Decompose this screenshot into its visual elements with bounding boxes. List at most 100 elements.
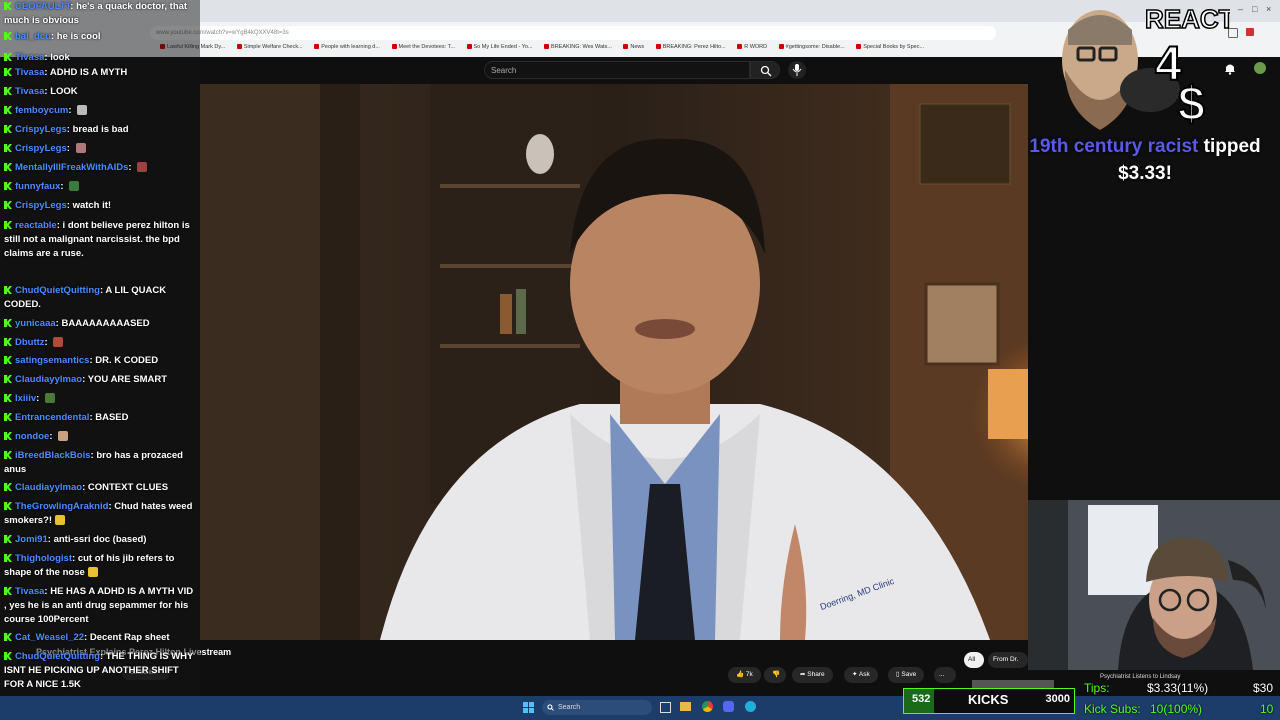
chat-colon: : (60, 181, 67, 192)
address-bar[interactable]: www.youtube.com/watch?v=wYgB4kQXXV48t=3s (150, 26, 996, 40)
kick-badge-icon (4, 319, 12, 327)
chat-username[interactable]: ChudQuietQuitting (15, 285, 100, 296)
chat-username[interactable]: CrispyLegs (15, 143, 67, 154)
chat-emote-icon (58, 431, 69, 441)
windows-icon[interactable] (523, 702, 534, 713)
chat-username[interactable]: iBreedBlackBois (15, 450, 91, 461)
voice-search-button[interactable] (788, 61, 806, 79)
filter-chip-all[interactable]: All (964, 652, 984, 668)
kick-badge-icon (4, 125, 12, 133)
chat-message: TheGrowlingAraknid: Chud hates weed smok… (4, 500, 196, 528)
chat-text: look (50, 52, 70, 63)
search-button[interactable] (750, 61, 780, 79)
chat-message: CrispyLegs: watch it! (4, 199, 196, 213)
chat-username[interactable]: reactable (15, 220, 57, 231)
bookmark-item[interactable]: People with learning d... (314, 44, 380, 50)
chat-username[interactable]: ChudQuietQuitting (15, 651, 100, 662)
chat-text: LOOK (50, 86, 78, 97)
chat-username[interactable]: Jomi91 (15, 534, 48, 545)
kick-badge-icon (4, 286, 12, 294)
taskbar-search[interactable]: Search (542, 700, 652, 715)
chat-username[interactable]: Tivasa (15, 67, 44, 78)
chat-username[interactable]: TheGrowlingAraknid (15, 501, 108, 512)
search-input[interactable]: Search (484, 61, 750, 79)
chat-message: iBreedBlackBois: bro has a prozaced anus (4, 449, 196, 477)
chat-username[interactable]: CrispyLegs (15, 200, 67, 211)
chat-message: nondoe: (4, 430, 196, 444)
microphone-icon (792, 64, 802, 76)
kick-badge-icon (4, 87, 12, 95)
chat-username[interactable]: yunicaaa (15, 318, 56, 329)
like-button[interactable]: 👍 7k (728, 667, 761, 683)
avatar[interactable] (1254, 62, 1266, 74)
tips-value: $3.33(11%) (1147, 681, 1209, 695)
bookmark-item[interactable]: BREAKING: Wes Wats... (544, 44, 612, 50)
kick-badge-icon (4, 144, 12, 152)
share-button[interactable]: ➦ Share (792, 667, 833, 683)
webcam-frame (1028, 500, 1280, 670)
chat-message: Tivasa: ADHD IS A MYTH (4, 66, 196, 80)
sparkle-icon: ✦ (852, 671, 858, 678)
chat-username[interactable]: Tivasa (15, 86, 44, 97)
filter-chip-from[interactable]: From Dr. Je (988, 652, 1028, 668)
ask-button[interactable]: ✦ Ask (844, 667, 878, 683)
chat-username[interactable]: MentallyIllFreakWithAIDs (15, 162, 128, 173)
bookmark-item[interactable]: R WORD (737, 44, 767, 50)
chat-emote-icon (75, 143, 86, 153)
bookmark-item[interactable]: BREAKING: Perez Hilto... (656, 44, 726, 50)
taskbar-search-label: Search (558, 704, 581, 711)
chat-username[interactable]: CEOFAULTT (15, 1, 70, 12)
chat-text: ADHD IS A MYTH (49, 67, 128, 78)
chat-username[interactable]: funnyfaux (15, 181, 60, 192)
chat-text: BAAAAAAAAASED (61, 318, 150, 329)
chat-emote-icon (44, 393, 55, 403)
chat-username[interactable]: Dbuttz (15, 337, 45, 348)
tip-amount: $3.33 (1118, 163, 1166, 184)
chat-username[interactable]: femboycum (15, 105, 68, 116)
more-actions-button[interactable]: ... (934, 667, 956, 683)
chat-username[interactable]: Tivasa (15, 586, 44, 597)
chat-colon: : (66, 143, 73, 154)
kick-badge-icon (4, 338, 12, 346)
chat-username[interactable]: Tivasa (15, 52, 44, 63)
chat-text: BASED (95, 412, 129, 423)
search-icon (547, 704, 554, 711)
chat-text: he is cool (56, 31, 101, 42)
bookmark-item[interactable]: News (623, 44, 644, 50)
chat-username[interactable]: lxiiiv (15, 393, 36, 404)
save-button[interactable]: ▯ Save (888, 667, 925, 683)
chat-username[interactable]: bal_dcu (15, 31, 51, 42)
kick-badge-icon (4, 182, 12, 190)
dislike-button[interactable]: 👎 (764, 667, 786, 683)
bookmark-item[interactable]: #gettingsome: Disable... (779, 44, 845, 50)
chat-message: CEOFAULTT: he's a quack doctor, that muc… (4, 0, 196, 28)
chat-username[interactable]: nondoe (15, 431, 49, 442)
chrome-icon[interactable] (702, 701, 713, 712)
bookmark-item[interactable]: Meet the Devotees: T... (392, 44, 455, 50)
chat-message: yunicaaa: BAAAAAAAAASED (4, 317, 196, 331)
maximize-button[interactable]: □ (1252, 4, 1257, 14)
tips-goal: $30 (1253, 681, 1274, 695)
bookmark-item[interactable]: Simple Welfare Check... (237, 44, 303, 50)
chat-username[interactable]: Thighologist (15, 553, 72, 564)
chat-username[interactable]: Claudiayylmao (15, 374, 82, 385)
discord-icon[interactable] (723, 701, 734, 712)
video-player[interactable]: Doerring, MD Clinic (200, 84, 1028, 640)
bookmark-item[interactable]: Special Books by Spec... (856, 44, 924, 50)
chat-username[interactable]: Cat_Weasel_22 (15, 632, 84, 643)
chat-username[interactable]: CrispyLegs (15, 124, 67, 135)
kick-badge-icon (4, 53, 12, 61)
tip-alert: 19th century racist tipped $3.33! (1010, 133, 1280, 187)
file-explorer-icon[interactable] (680, 702, 691, 711)
profile-icon[interactable] (1246, 28, 1254, 36)
task-view-icon[interactable] (660, 702, 671, 713)
bookmark-item[interactable]: So My Life Ended - Yo... (467, 44, 533, 50)
chat-username[interactable]: satingsemantics (15, 355, 89, 366)
chat-colon: : (36, 393, 42, 404)
chat-username[interactable]: Claudiayylmao (15, 482, 82, 493)
webcam-feed (1028, 500, 1280, 670)
minimize-button[interactable]: – (1238, 4, 1243, 14)
chat-username[interactable]: Entrancendental (15, 412, 89, 423)
close-window-button[interactable]: × (1266, 4, 1271, 14)
edge-icon[interactable] (745, 701, 756, 712)
